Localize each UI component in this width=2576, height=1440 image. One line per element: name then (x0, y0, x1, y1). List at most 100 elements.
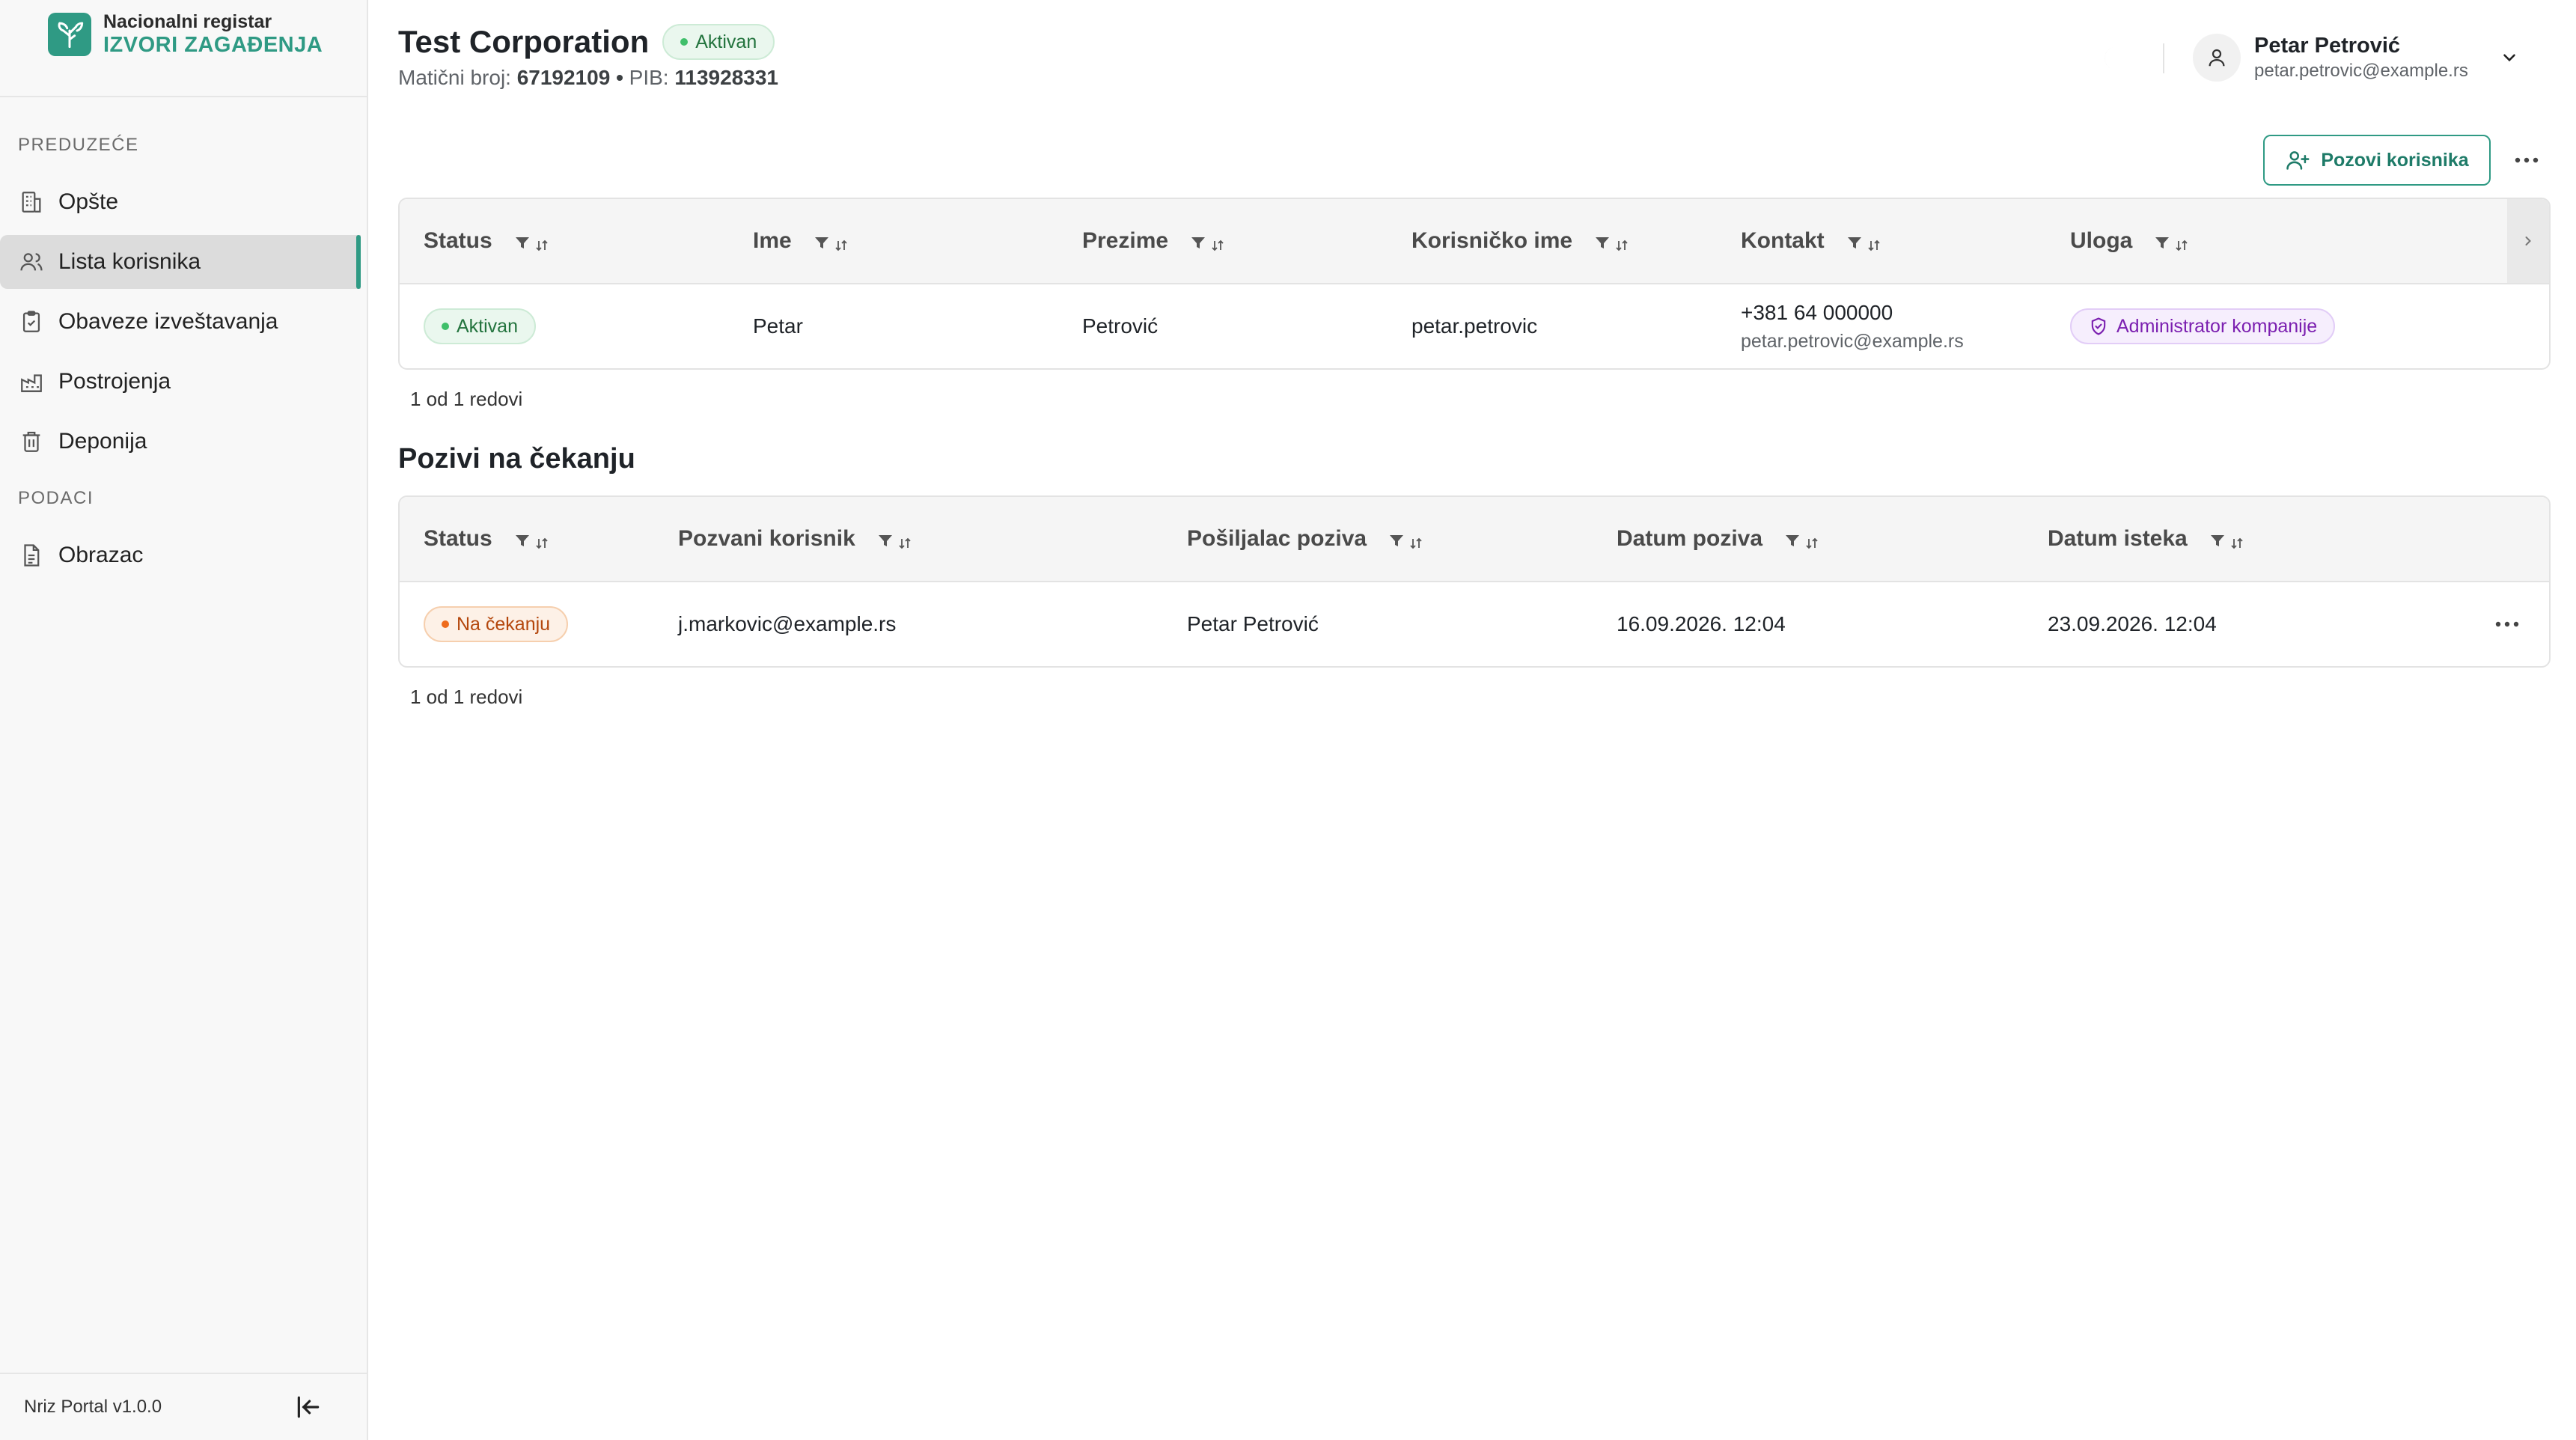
invite-user-label: Pozovi korisnika (2321, 149, 2469, 171)
column-label: Status (424, 228, 492, 253)
user-email: petar.petrovic@example.rs (2254, 60, 2468, 81)
sort-icon[interactable] (533, 532, 551, 550)
cell-username: petar.petrovic (1411, 314, 1538, 338)
header-divider (2163, 43, 2164, 73)
company-identifiers: Matični broj: 67192109 • PIB: 113928331 (398, 66, 778, 90)
contact-phone: +381 64 000000 (1741, 300, 1893, 324)
maticni-label: Matični broj: (398, 66, 511, 89)
users-table: Status Ime Prezime Korisničko ime Kontak… (398, 198, 2551, 370)
chevron-right-icon (2525, 237, 2531, 245)
building-icon (18, 189, 45, 216)
cell-status: Aktivan (424, 284, 536, 368)
sort-icon[interactable] (1865, 234, 1883, 252)
sort-icon[interactable] (1803, 532, 1821, 550)
divider (0, 96, 367, 97)
user-plus-icon (2286, 151, 2310, 170)
sort-icon[interactable] (533, 234, 551, 252)
sort-icon[interactable] (832, 234, 850, 252)
brand-logo-link[interactable]: Nacionalni registar IZVORI ZAGAĐENJA (48, 10, 323, 58)
sidebar-item-obaveze-izvestavanja[interactable]: Obaveze izveštavanja (0, 295, 361, 349)
status-badge: Aktivan (424, 308, 536, 344)
filter-icon[interactable] (513, 234, 531, 252)
page-more-options-button[interactable] (2506, 139, 2548, 181)
cell-ime: Petar (753, 314, 803, 338)
row-actions-button[interactable] (2486, 603, 2528, 645)
status-dot (680, 38, 689, 46)
sidebar: Nacionalni registar IZVORI ZAGAĐENJA PRE… (0, 0, 368, 1440)
cell-uloga: Administrator kompanije (2070, 284, 2336, 368)
company-header: Test Corporation Aktivan (398, 24, 775, 60)
status-badge: Aktivan (662, 24, 775, 60)
cell-status: Na čekanju (424, 582, 569, 666)
column-label: Prezime (1082, 228, 1169, 253)
column-header-prezime: Prezime (1082, 199, 1227, 283)
users-row-count: 1 od 1 redovi (410, 388, 523, 410)
page-title: Test Corporation (398, 24, 650, 59)
column-label: Ime (753, 228, 792, 253)
nav-section-company: PREDUZEĆE (18, 135, 139, 155)
table-row[interactable]: Aktivan Petar Petrović petar.petrovic +3… (400, 284, 2549, 368)
theme-toggle-button[interactable] (2093, 39, 2131, 78)
filter-icon[interactable] (2153, 234, 2171, 252)
status-dot (442, 323, 449, 330)
sidebar-item-label: Obaveze izveštavanja (58, 309, 278, 334)
column-label: Datum isteka (2048, 526, 2188, 551)
filter-icon[interactable] (1593, 234, 1611, 252)
filter-icon[interactable] (1846, 234, 1864, 252)
role-label: Administrator kompanije (2116, 315, 2318, 337)
invites-row-count: 1 od 1 redovi (410, 686, 523, 708)
sidebar-item-opste[interactable]: Opšte (0, 175, 361, 229)
sort-icon[interactable] (1407, 532, 1425, 550)
sidebar-item-label: Deponija (58, 429, 147, 454)
column-label: Uloga (2070, 228, 2133, 253)
role-badge: Administrator kompanije (2070, 308, 2336, 344)
collapse-left-icon (297, 1396, 320, 1418)
column-label: Pozvani korisnik (678, 526, 855, 551)
more-horizontal-icon (2515, 157, 2539, 163)
table-row[interactable]: Na čekanju j.markovic@example.rs Petar P… (400, 582, 2549, 666)
avatar (2193, 34, 2241, 82)
sidebar-item-label: Obrazac (58, 543, 144, 567)
sort-icon[interactable] (1209, 234, 1227, 252)
column-label: Kontakt (1741, 228, 1825, 253)
sort-icon[interactable] (2173, 234, 2191, 252)
moon-icon (2104, 47, 2116, 70)
sidebar-item-postrojenja[interactable]: Postrojenja (0, 355, 361, 409)
cell-invitee: j.markovic@example.rs (678, 612, 897, 635)
sort-icon[interactable] (896, 532, 914, 550)
column-header-datum-poziva: Datum poziva (1617, 497, 1821, 581)
scroll-right-button[interactable] (2507, 199, 2549, 283)
sidebar-item-label: Postrojenja (58, 369, 171, 394)
nav-section-data: PODACI (18, 488, 94, 508)
filter-icon[interactable] (513, 532, 531, 550)
column-label: Status (424, 526, 492, 551)
user-menu[interactable]: Petar Petrović petar.petrovic@example.rs (2193, 33, 2521, 82)
filter-icon[interactable] (1783, 532, 1801, 550)
column-header-status: Status (424, 497, 551, 581)
column-header-datum-isteka: Datum isteka (2048, 497, 2246, 581)
table-header: Status Ime Prezime Korisničko ime Kontak… (400, 199, 2549, 284)
sort-icon[interactable] (2228, 532, 2246, 550)
status-label: Na čekanju (457, 613, 551, 635)
column-header-posiljalac-poziva: Pošiljalac poziva (1187, 497, 1425, 581)
status-label: Aktivan (457, 315, 518, 337)
filter-icon[interactable] (1189, 234, 1207, 252)
leaf-icon (48, 13, 91, 56)
cell-sender: Petar Petrović (1187, 612, 1319, 635)
invite-user-button[interactable]: Pozovi korisnika (2263, 135, 2491, 186)
status-label: Aktivan (695, 31, 757, 52)
filter-icon[interactable] (813, 234, 831, 252)
sort-icon[interactable] (1613, 234, 1631, 252)
pib-label: PIB: (629, 66, 669, 89)
cell-date-sent: 16.09.2026. 12:04 (1617, 612, 1786, 635)
filter-icon[interactable] (876, 532, 894, 550)
filter-icon[interactable] (1388, 532, 1405, 550)
filter-icon[interactable] (2209, 532, 2226, 550)
sidebar-item-lista-korisnika[interactable]: Lista korisnika (0, 235, 361, 289)
sidebar-item-obrazac[interactable]: Obrazac (0, 528, 361, 582)
sidebar-item-deponija[interactable]: Deponija (0, 415, 361, 469)
cell-date-expires: 23.09.2026. 12:04 (2048, 612, 2217, 635)
factory-icon (18, 368, 45, 395)
invites-table: Status Pozvani korisnik Pošiljalac poziv… (398, 495, 2551, 668)
collapse-sidebar-button[interactable] (292, 1391, 325, 1424)
